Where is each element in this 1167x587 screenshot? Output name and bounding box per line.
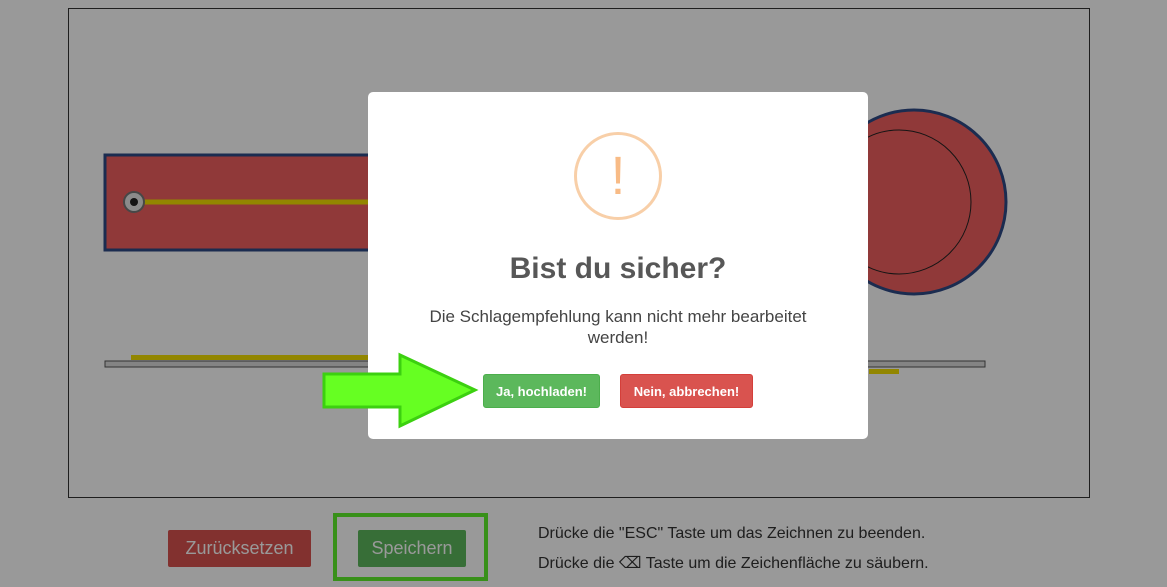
cancel-button[interactable]: Nein, abbrechen! (620, 374, 753, 408)
warning-icon: ! (574, 132, 662, 220)
confirm-upload-button[interactable]: Ja, hochladen! (483, 374, 600, 408)
warning-mark: ! (610, 146, 626, 206)
dialog-title: Bist du sicher? (509, 252, 727, 285)
dialog-text: Die Schlagempfehlung kann nicht mehr bea… (429, 307, 807, 347)
page: Zurücksetzen Speichern Drücke die "ESC" … (0, 0, 1167, 587)
arrow-right-icon (322, 352, 479, 429)
